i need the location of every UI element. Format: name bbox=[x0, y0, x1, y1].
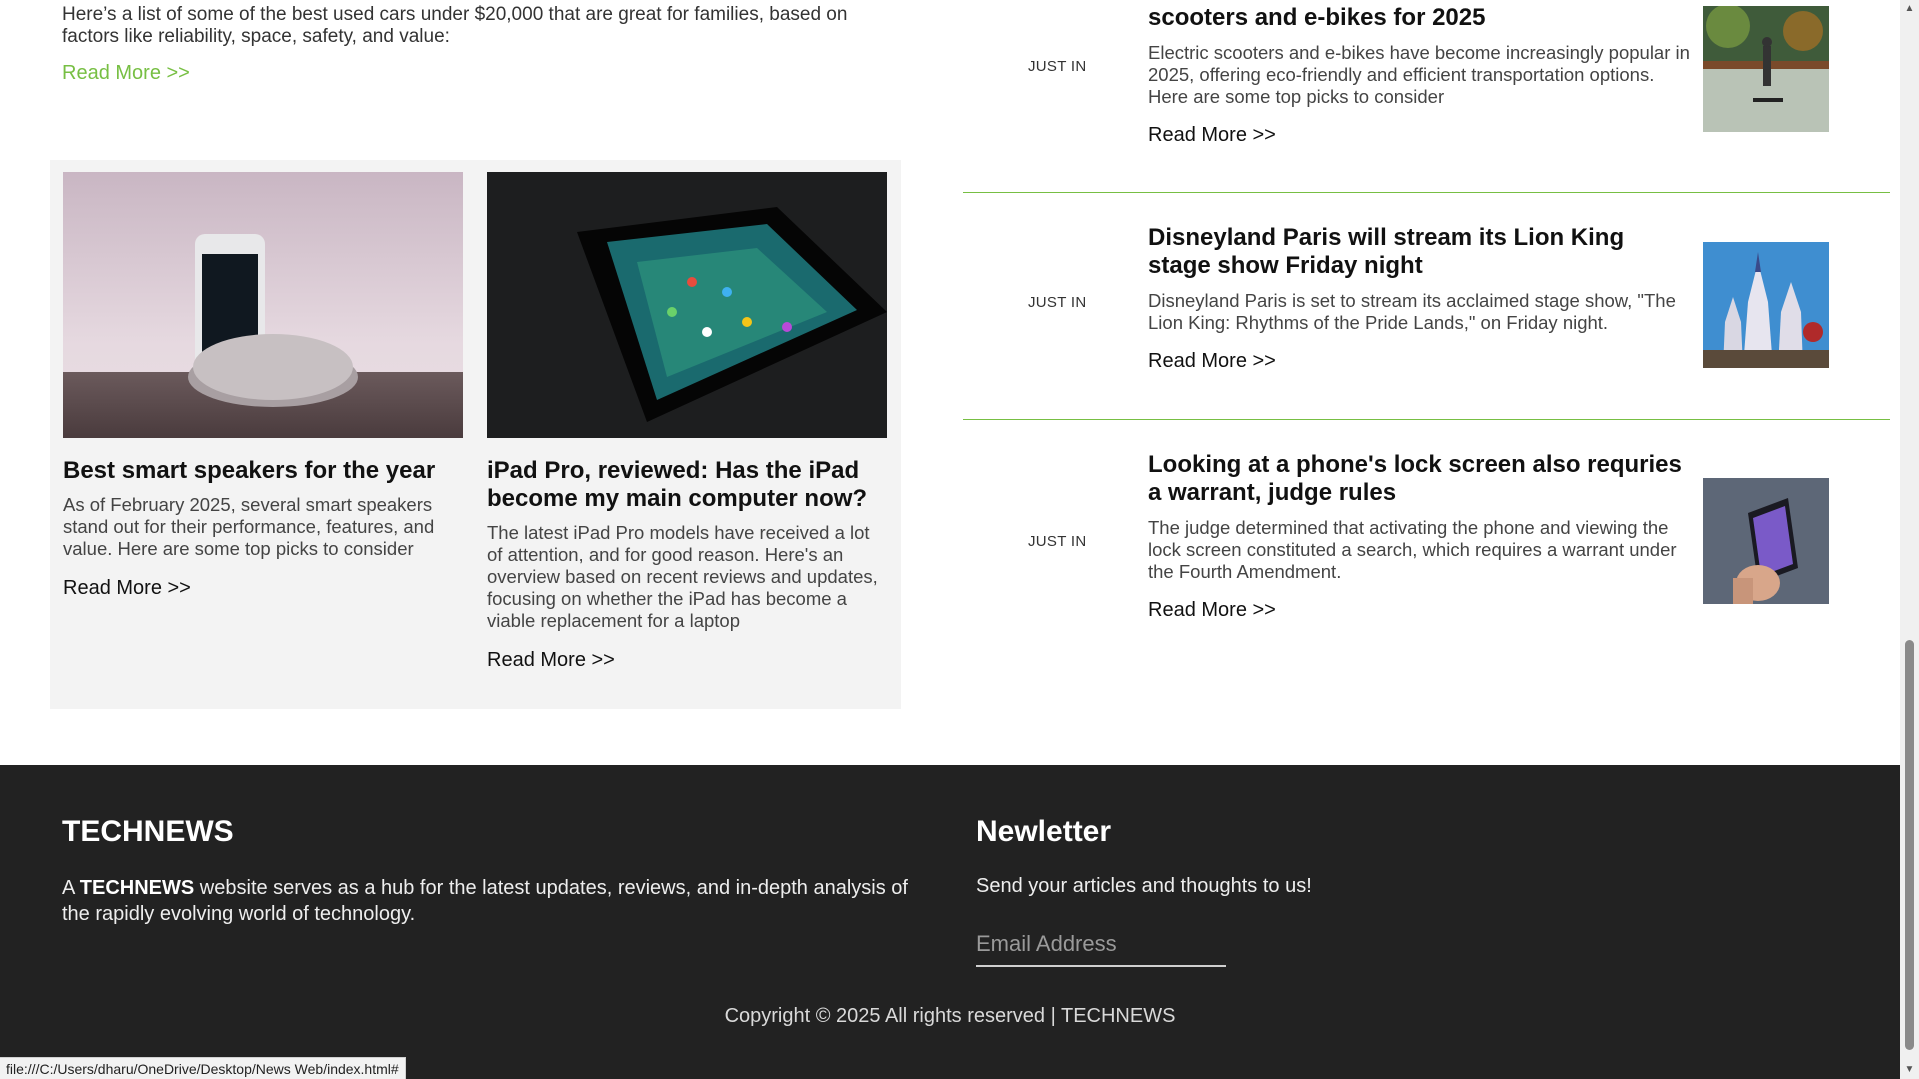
article-card: Best smart speakers for the year As of F… bbox=[63, 172, 463, 600]
item-excerpt: Electric scooters and e-bikes have becom… bbox=[1148, 42, 1690, 107]
newsletter-text: Send your articles and thoughts to us! bbox=[976, 875, 1312, 897]
just-in-label: JUST IN bbox=[1028, 58, 1087, 75]
phone-and-smart-speaker-photo[interactable] bbox=[63, 172, 463, 438]
footer-description: A TECHNEWS website serves as a hub for t… bbox=[62, 875, 922, 927]
scooter-rider-photo[interactable] bbox=[1703, 6, 1829, 132]
card-read-more-link[interactable]: Read More >> bbox=[487, 649, 615, 672]
intro-read-more-link[interactable]: Read More >> bbox=[62, 62, 190, 85]
just-in-label: JUST IN bbox=[1028, 294, 1087, 311]
newsletter-title: Newletter bbox=[976, 815, 1112, 848]
scroll-thumb[interactable] bbox=[1905, 640, 1914, 1050]
card-grid: Best smart speakers for the year As of F… bbox=[50, 160, 901, 709]
just-in-label: JUST IN bbox=[1028, 533, 1087, 550]
item-title[interactable]: Looking at a phone's lock screen also re… bbox=[1148, 451, 1693, 507]
item-title[interactable]: scooters and e-bikes for 2025 bbox=[1148, 4, 1693, 32]
article-card: iPad Pro, reviewed: Has the iPad become … bbox=[487, 172, 887, 672]
vertical-scrollbar[interactable]: ▲ ▼ bbox=[1900, 0, 1919, 1079]
item-read-more-link[interactable]: Read More >> bbox=[1148, 124, 1276, 147]
item-title[interactable]: Disneyland Paris will stream its Lion Ki… bbox=[1148, 224, 1693, 280]
card-title[interactable]: Best smart speakers for the year bbox=[63, 457, 463, 485]
card-excerpt: As of February 2025, several smart speak… bbox=[63, 494, 435, 559]
copyright: Copyright © 2025 All rights reserved | T… bbox=[724, 1005, 1176, 1027]
desc-prefix: A bbox=[62, 877, 80, 899]
desc-brand: TECHNEWS bbox=[79, 877, 195, 899]
item-read-more-link[interactable]: Read More >> bbox=[1148, 350, 1276, 373]
card-excerpt: The latest iPad Pro models have received… bbox=[487, 522, 878, 631]
intro-text: Here’s a list of some of the best used c… bbox=[62, 4, 848, 47]
item-divider bbox=[963, 419, 1890, 420]
item-read-more-link[interactable]: Read More >> bbox=[1148, 599, 1276, 622]
hand-holding-phone-photo[interactable] bbox=[1703, 478, 1829, 604]
castle-photo[interactable] bbox=[1703, 242, 1829, 368]
email-field[interactable] bbox=[976, 923, 1226, 967]
item-divider bbox=[963, 192, 1890, 193]
site-footer: TECHNEWS A TECHNEWS website serves as a … bbox=[0, 765, 1900, 1079]
card-title[interactable]: iPad Pro, reviewed: Has the iPad become … bbox=[487, 457, 887, 513]
item-excerpt: The judge determined that activating the… bbox=[1148, 517, 1677, 582]
intro-article: Here’s a list of some of the best used c… bbox=[62, 4, 862, 85]
card-read-more-link[interactable]: Read More >> bbox=[63, 577, 191, 600]
status-bar-url: file:///C:/Users/dharu/OneDrive/Desktop/… bbox=[0, 1057, 406, 1079]
item-excerpt: Disneyland Paris is set to stream its ac… bbox=[1148, 290, 1676, 333]
footer-brand: TECHNEWS bbox=[62, 815, 234, 848]
ipad-on-dark-table-photo[interactable] bbox=[487, 172, 887, 438]
scroll-up-icon[interactable]: ▲ bbox=[1903, 3, 1916, 15]
scroll-down-icon[interactable]: ▼ bbox=[1903, 1064, 1916, 1076]
